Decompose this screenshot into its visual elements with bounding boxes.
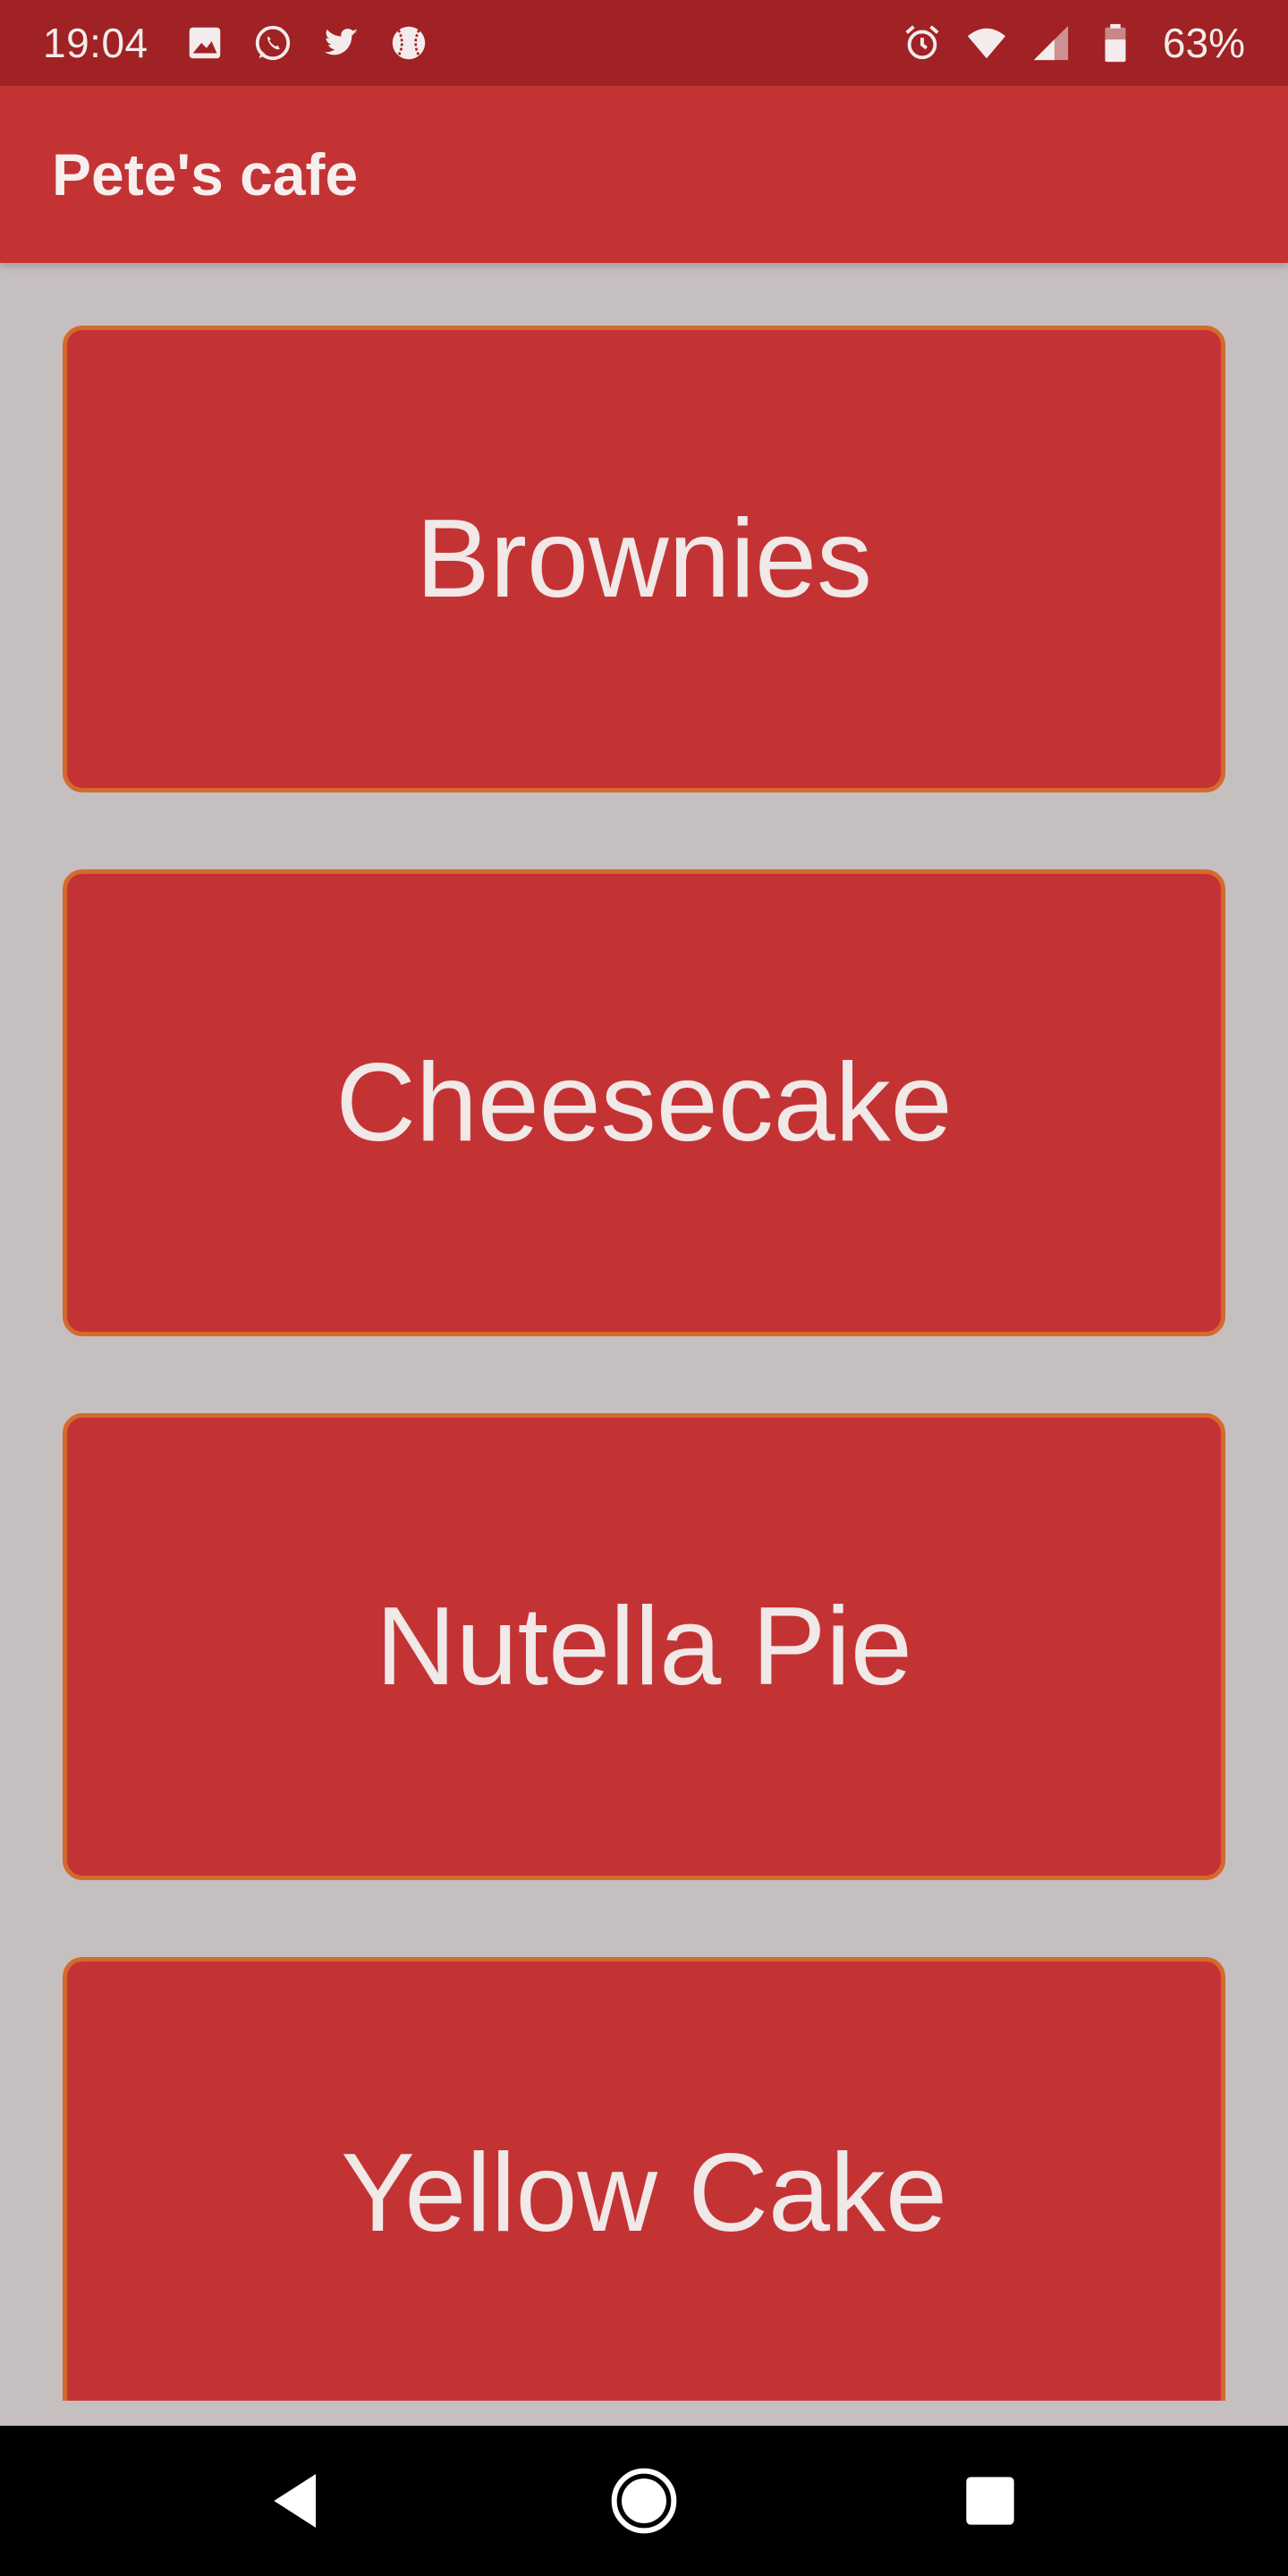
whatsapp-icon bbox=[252, 22, 293, 64]
alarm-icon bbox=[902, 22, 943, 64]
system-nav-bar bbox=[0, 2426, 1288, 2576]
back-icon[interactable] bbox=[262, 2465, 334, 2537]
status-bar: 19:04 63% bbox=[0, 0, 1288, 86]
app-title: Pete's cafe bbox=[52, 141, 359, 208]
menu-item-brownies[interactable]: Brownies bbox=[63, 326, 1225, 792]
status-time: 19:04 bbox=[43, 20, 148, 66]
menu-item-label: Yellow Cake bbox=[341, 2131, 947, 2255]
menu-item-yellow-cake[interactable]: Yellow Cake bbox=[63, 1957, 1225, 2401]
recents-icon[interactable] bbox=[954, 2465, 1026, 2537]
menu-list[interactable]: Brownies Cheesecake Nutella Pie Yellow C… bbox=[0, 263, 1288, 2401]
image-icon bbox=[184, 22, 225, 64]
menu-item-label: Cheesecake bbox=[335, 1041, 953, 1165]
menu-item-cheesecake[interactable]: Cheesecake bbox=[63, 869, 1225, 1336]
home-icon[interactable] bbox=[608, 2465, 680, 2537]
cell-signal-icon bbox=[1030, 22, 1072, 64]
app-bar: Pete's cafe bbox=[0, 86, 1288, 263]
menu-item-label: Brownies bbox=[416, 497, 872, 621]
menu-item-nutella-pie[interactable]: Nutella Pie bbox=[63, 1413, 1225, 1880]
menu-item-label: Nutella Pie bbox=[376, 1585, 912, 1708]
twitter-icon bbox=[320, 22, 361, 64]
baseball-icon bbox=[388, 22, 429, 64]
wifi-icon bbox=[966, 22, 1007, 64]
battery-percent: 63% bbox=[1162, 20, 1245, 66]
battery-icon bbox=[1095, 22, 1136, 64]
